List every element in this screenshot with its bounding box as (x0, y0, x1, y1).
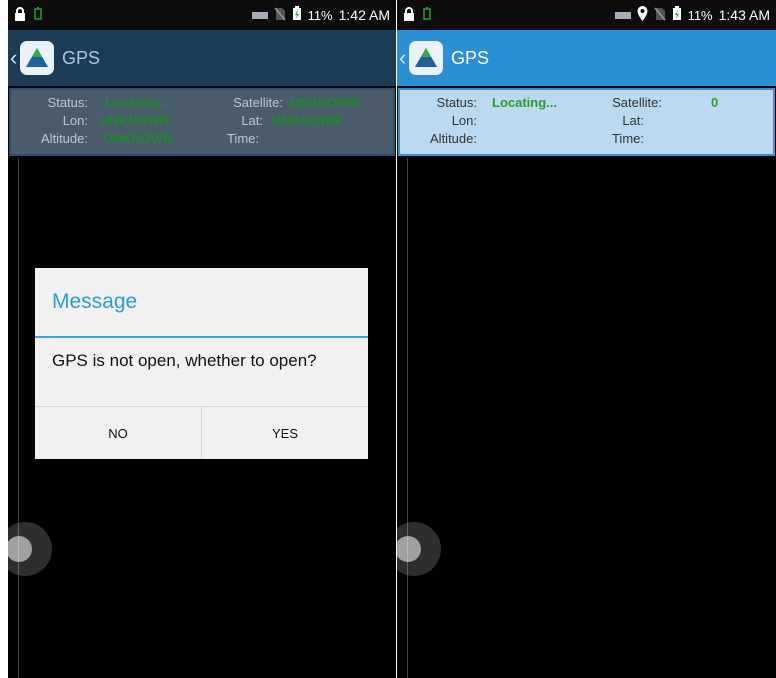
no-button[interactable]: NO (35, 407, 201, 459)
satellite-value: 0 (711, 95, 719, 110)
left-screen: 11% 1:42 AM ‹ GPS Status: Locating... Sa… (8, 0, 396, 678)
satellite-value: UNKNOWN (290, 95, 360, 110)
keyboard-icon (251, 8, 268, 23)
gps-app-icon[interactable] (409, 41, 443, 75)
status-value: Locating... (105, 95, 170, 110)
floating-scroll-handle[interactable] (8, 522, 52, 576)
satellite-label: Satellite: (233, 95, 283, 110)
battery-percent: 11% (687, 7, 713, 23)
clock: 1:43 AM (718, 7, 770, 23)
content-edge-line (18, 158, 19, 678)
altitude-label: Altitude: (430, 131, 477, 146)
lock-icon (14, 6, 26, 24)
lat-label: Lat: (622, 113, 644, 128)
right-screen: 11% 1:43 AM ‹ GPS Status: Locating... Sa… (397, 0, 776, 678)
status-label: Status: (436, 95, 477, 110)
chevron-left-icon[interactable]: ‹ (399, 44, 409, 72)
status-bar: 11% 1:43 AM (397, 0, 776, 30)
app-title: GPS (62, 47, 101, 68)
lon-label: Lon: (451, 113, 477, 128)
battery-small-icon (423, 7, 431, 23)
app-bar: ‹ GPS (397, 30, 776, 86)
battery-percent: 11% (307, 7, 333, 23)
lon-label: Lon: (62, 113, 88, 128)
app-title: GPS (451, 47, 490, 68)
satellite-label: Satellite: (612, 95, 662, 110)
gps-info-panel: Status: Locating... Satellite: UNKNOWN L… (9, 88, 395, 156)
lock-icon (403, 6, 415, 24)
app-bar: ‹ GPS (8, 30, 396, 86)
floating-scroll-handle[interactable] (397, 522, 441, 576)
lon-value: UNKNOWN (100, 113, 170, 128)
clock: 1:42 AM (338, 7, 390, 23)
gps-info-panel: Status: Locating... Satellite: 0 Lon: La… (398, 88, 775, 156)
no-sim-icon (273, 7, 286, 24)
chevron-left-icon[interactable]: ‹ (10, 44, 20, 72)
dialog-title: Message (52, 290, 138, 313)
gps-app-icon[interactable] (20, 41, 54, 75)
time-label: Time: (611, 131, 644, 146)
lat-value: UNKNOWN (272, 113, 342, 128)
location-pin-icon (637, 6, 648, 24)
battery-small-icon (34, 7, 42, 23)
status-label: Status: (47, 95, 88, 110)
altitude-label: Altitude: (41, 131, 88, 146)
battery-charging-icon (292, 6, 302, 24)
status-bar: 11% 1:42 AM (8, 0, 396, 30)
altitude-value: UNKNOWN (103, 131, 173, 146)
gps-open-dialog: Message GPS is not open, whether to open… (35, 268, 368, 459)
lat-label: Lat: (241, 113, 263, 128)
dialog-buttons: NO YES (35, 406, 368, 459)
no-sim-icon (653, 7, 666, 24)
dialog-divider (35, 336, 368, 338)
status-value: Locating... (492, 95, 557, 110)
dialog-message: GPS is not open, whether to open? (52, 351, 317, 370)
keyboard-icon (614, 8, 631, 23)
battery-charging-icon (672, 6, 682, 24)
yes-button[interactable]: YES (201, 407, 368, 459)
content-edge-line (407, 158, 408, 678)
time-label: Time: (226, 131, 259, 146)
